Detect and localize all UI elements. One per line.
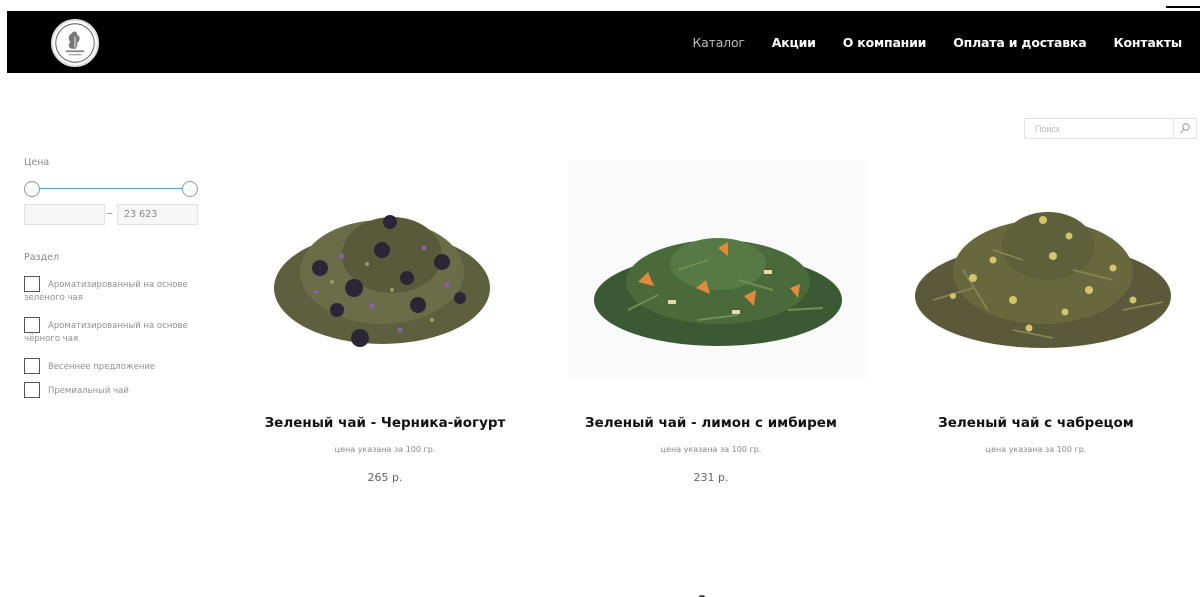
product-price: 265 р. (367, 471, 403, 484)
filter-label: Ароматизированный на основе зеленого чая (24, 280, 188, 303)
product-card: Зеленый чай - лимон с имбирем цена указа… (556, 160, 868, 500)
nav-about[interactable]: О компании (843, 35, 927, 50)
price-from-input[interactable] (24, 204, 105, 225)
product-price: 231 р. (693, 471, 729, 484)
filter-checkbox[interactable] (24, 276, 40, 292)
tea-blueberry-yogurt-image[interactable] (242, 160, 542, 378)
logo-icon (55, 23, 95, 63)
product-price-note: цена указана за 100 гр. (334, 445, 436, 454)
search-icon (1180, 123, 1190, 134)
filter-spring-offer[interactable]: Весеннее предложение (24, 358, 204, 374)
product-title[interactable]: Зеленый чай с чабрецом (881, 415, 1191, 431)
nav-promotions[interactable]: Акции (772, 35, 816, 50)
product-card: Зеленый чай с чабрецом цена указана за 1… (881, 160, 1191, 500)
tea-thyme-image[interactable] (893, 160, 1193, 378)
header-corner-line (1166, 6, 1200, 8)
site-header: Каталог Акции О компании Оплата и достав… (7, 11, 1200, 73)
filter-green-flavored[interactable]: Ароматизированный на основе зеленого чая (24, 276, 204, 305)
filter-black-flavored[interactable]: Ароматизированный на основе чёрного чая (24, 317, 204, 346)
price-to-input[interactable] (117, 204, 198, 225)
price-slider-max-handle[interactable] (182, 181, 198, 197)
footer-logo (662, 589, 742, 597)
filter-premium-tea[interactable]: Премиальный чай (24, 382, 204, 398)
section-filter-label: Раздел (24, 252, 60, 263)
filter-label: Премиальный чай (48, 386, 129, 396)
product-price-note: цена указана за 100 гр. (985, 445, 1087, 454)
search-box (1024, 118, 1197, 139)
product-price-note: цена указана за 100 гр. (660, 445, 762, 454)
nav-contacts[interactable]: Контакты (1113, 35, 1182, 50)
nav-catalog[interactable]: Каталог (693, 35, 745, 50)
filter-checkbox[interactable] (24, 358, 40, 374)
premium-tea-logo[interactable] (51, 19, 99, 67)
nav-payment-delivery[interactable]: Оплата и доставка (953, 35, 1086, 50)
price-range-dash: – (107, 208, 113, 219)
product-title[interactable]: Зеленый чай - лимон с имбирем (556, 415, 866, 431)
product-title[interactable]: Зеленый чай - Черника-йогурт (230, 415, 540, 431)
filter-checkbox[interactable] (24, 317, 40, 333)
filter-label: Весеннее предложение (48, 362, 156, 372)
search-button[interactable] (1173, 119, 1196, 138)
price-filter-label: Цена (24, 157, 50, 168)
main-nav: Каталог Акции О компании Оплата и достав… (666, 11, 1183, 73)
product-card: Зеленый чай - Черника-йогурт цена указан… (230, 160, 540, 500)
price-slider-min-handle[interactable] (24, 181, 40, 197)
search-input[interactable] (1025, 119, 1175, 138)
price-slider-track[interactable] (33, 188, 190, 189)
filter-checkbox[interactable] (24, 382, 40, 398)
tea-lemon-ginger-image[interactable] (568, 160, 868, 378)
filter-label: Ароматизированный на основе чёрного чая (24, 321, 188, 344)
